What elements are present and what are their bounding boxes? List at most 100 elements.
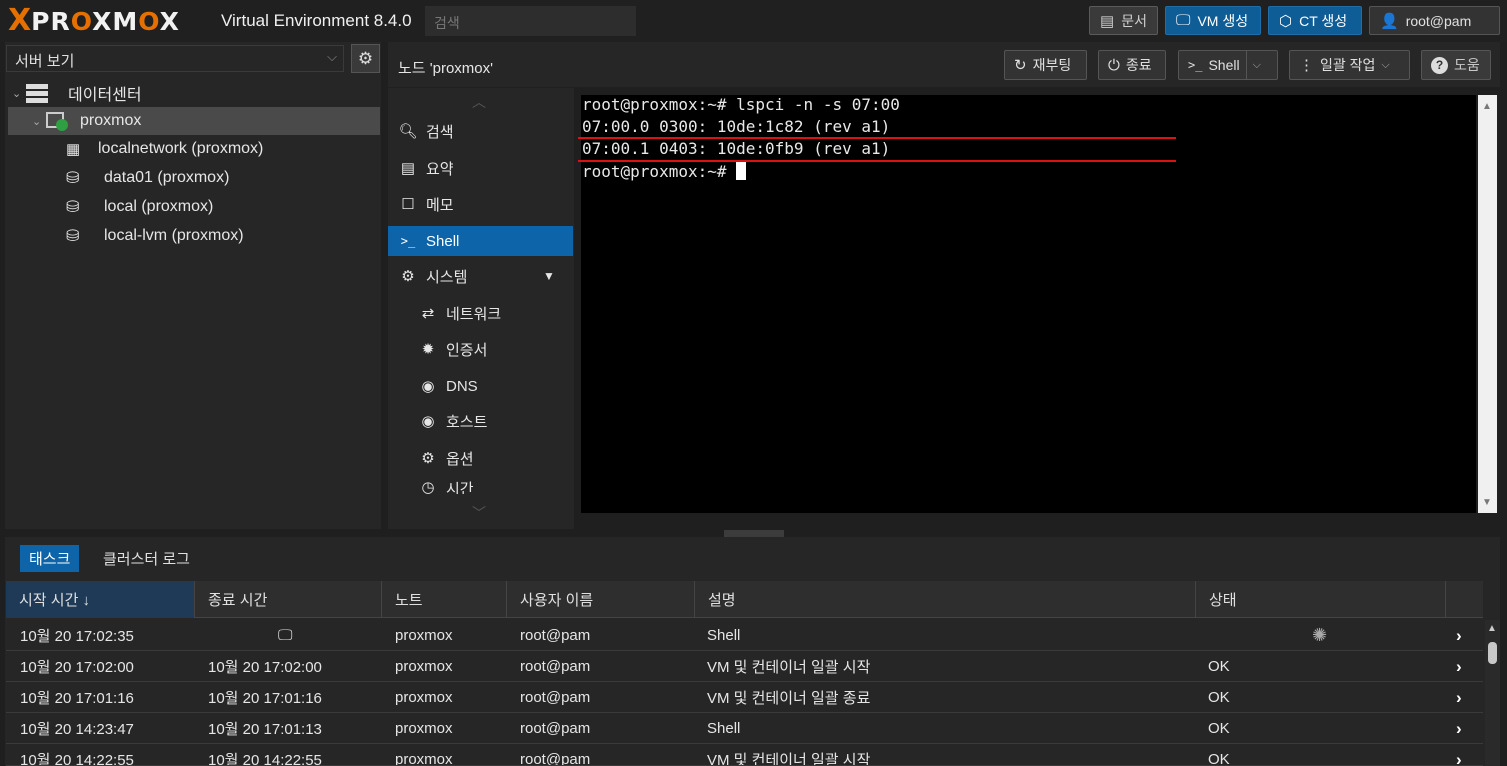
tree-settings-button[interactable]: ⚙: [351, 44, 380, 73]
column-end-time[interactable]: 종료 시간: [195, 581, 382, 618]
terminal-line: 07:00.0 0300: 10de:1c82 (rev a1): [582, 117, 891, 136]
column-description[interactable]: 설명: [695, 581, 1196, 618]
menu-item-certificates[interactable]: ✹ 인증서: [388, 334, 573, 364]
logo-word: PROXMOX: [31, 6, 180, 36]
help-button[interactable]: ? 도움: [1421, 50, 1491, 80]
menu-item-system[interactable]: ⚙ 시스템 ▼: [388, 261, 573, 291]
monitor-icon: 🖵: [278, 627, 293, 644]
exchange-icon: ⇄: [421, 305, 435, 322]
column-node[interactable]: 노트: [382, 581, 507, 618]
terminal-scrollbar[interactable]: ▲ ▼: [1478, 95, 1497, 513]
table-row[interactable]: 10월 20 14:23:47 10월 20 17:01:13 proxmox …: [6, 713, 1483, 744]
search-icon: 🔍︎: [398, 123, 418, 140]
top-bar: X PROXMOX Virtual Environment 8.4.0 검색 ▤…: [0, 0, 1507, 42]
menu-item-shell[interactable]: >_ Shell: [388, 226, 573, 256]
monitor-icon: 🖵: [1176, 12, 1191, 29]
tree-item-local[interactable]: ⛁ local (proxmox): [66, 193, 380, 221]
cube-icon: ⬡: [1279, 12, 1293, 30]
reboot-button[interactable]: ↻ 재부팅: [1004, 50, 1087, 80]
reboot-icon: ↻: [1014, 57, 1027, 74]
table-row[interactable]: 10월 20 17:02:00 10월 20 17:02:00 proxmox …: [6, 651, 1483, 682]
chevron-down-icon[interactable]: ﹀: [472, 503, 486, 523]
create-ct-button[interactable]: ⬡ CT 생성: [1268, 6, 1362, 35]
chevron-right-icon[interactable]: ›: [1456, 713, 1462, 744]
certificate-icon: ✹: [421, 341, 435, 358]
cogs-icon: ⚙: [401, 268, 415, 285]
chevron-up-icon[interactable]: ︿: [472, 92, 486, 112]
table-row[interactable]: 10월 20 17:01:16 10월 20 17:01:16 proxmox …: [6, 682, 1483, 713]
menu-item-network[interactable]: ⇄ 네트워크: [388, 298, 573, 328]
column-status[interactable]: 상태: [1196, 581, 1446, 618]
menu-item-notes[interactable]: ☐ 메모: [388, 189, 573, 219]
search-input[interactable]: 검색: [425, 6, 636, 36]
shutdown-button[interactable]: ⏻ 종료: [1098, 50, 1166, 80]
terminal-icon: >_: [400, 234, 416, 248]
chevron-down-icon: ⌵: [327, 49, 337, 64]
storage-icon: ⛁: [66, 228, 80, 245]
gear-icon: ⚙: [357, 48, 374, 68]
tab-cluster-log[interactable]: 클러스터 로그: [94, 545, 199, 572]
clock-icon: ◷: [421, 479, 435, 494]
tree-item-node-proxmox[interactable]: ⌄ proxmox: [8, 107, 380, 135]
menu-item-search[interactable]: 🔍︎ 검색: [388, 116, 573, 146]
terminal-line: root@proxmox:~# lspci -n -s 07:00: [582, 95, 900, 114]
task-grid-scrollbar[interactable]: ▲: [1485, 620, 1500, 766]
panel-splitter-handle[interactable]: [724, 530, 784, 537]
bulk-actions-button[interactable]: ⋮ 일괄 작업 ⌵: [1289, 50, 1410, 80]
menu-item-time[interactable]: ◷ 시간: [388, 478, 573, 494]
menu-item-dns[interactable]: ◉ DNS: [388, 371, 573, 401]
scroll-up-icon[interactable]: ▲: [1482, 101, 1492, 112]
table-row[interactable]: 10월 20 14:22:55 10월 20 14:22:55 proxmox …: [6, 744, 1483, 766]
menu-item-hosts[interactable]: ◉ 호스트: [388, 406, 573, 436]
logo-x: X: [8, 3, 32, 38]
scrollbar-thumb[interactable]: [1488, 642, 1497, 664]
column-user[interactable]: 사용자 이름: [507, 581, 695, 618]
tab-tasks[interactable]: 태스크: [20, 545, 80, 572]
terminal-prompt-line: root@proxmox:~#: [582, 161, 747, 183]
terminal-line: 07:00.1 0403: 10de:0fb9 (rev a1): [582, 139, 891, 158]
chevron-right-icon[interactable]: ›: [1456, 744, 1462, 766]
menu-item-options[interactable]: ⚙ 옵션: [388, 443, 573, 473]
chevron-down-icon[interactable]: ⌵: [1245, 51, 1261, 79]
chevron-right-icon[interactable]: ›: [1456, 651, 1462, 682]
menu-item-summary[interactable]: ▤ 요약: [388, 153, 573, 183]
tree-item-data01[interactable]: ⛁ data01 (proxmox): [66, 164, 380, 192]
user-icon: 👤: [1380, 12, 1399, 30]
docs-button[interactable]: ▤ 문서: [1089, 6, 1158, 35]
terminal[interactable]: root@proxmox:~# lspci -n -s 07:00 07:00.…: [581, 95, 1476, 513]
task-grid-header: 시작 시간 ↓ 종료 시간 노트 사용자 이름 설명 상태: [6, 581, 1483, 618]
ellipsis-vertical-icon: ⋮: [1299, 57, 1314, 74]
tree-item-datacenter[interactable]: ⌄ 데이터센터: [12, 79, 380, 107]
node-icon: [46, 112, 68, 131]
table-row[interactable]: 10월 20 17:02:35 🖵 proxmox root@pam Shell…: [6, 620, 1483, 651]
proxmox-logo[interactable]: X PROXMOX: [8, 6, 180, 36]
column-start-time[interactable]: 시작 시간 ↓: [6, 581, 195, 618]
scroll-up-icon[interactable]: ▲: [1487, 623, 1497, 634]
book-icon: ▤: [1100, 12, 1115, 30]
note-icon: ☐: [401, 196, 415, 213]
expand-toggle-icon[interactable]: ⌄: [32, 115, 46, 128]
book-icon: ▤: [400, 160, 416, 177]
user-menu-button[interactable]: 👤 root@pam: [1369, 6, 1500, 35]
highlight-underline: [578, 160, 1176, 162]
gear-icon: ⚙: [421, 450, 435, 467]
chevron-right-icon[interactable]: ›: [1456, 620, 1462, 651]
view-selector[interactable]: 서버 보기 ⌵: [6, 45, 344, 72]
globe-icon: ◉: [421, 378, 435, 395]
storage-icon: ⛁: [66, 199, 80, 216]
create-vm-button[interactable]: 🖵 VM 생성: [1165, 6, 1261, 35]
chevron-right-icon[interactable]: ›: [1456, 682, 1462, 713]
power-icon: ⏻: [1108, 56, 1120, 74]
globe-icon: ◉: [421, 413, 435, 430]
expand-toggle-icon[interactable]: ⌄: [12, 87, 26, 100]
tree-item-localnetwork[interactable]: ▦ localnetwork (proxmox): [66, 135, 380, 163]
shell-button[interactable]: >_ Shell ⌵: [1178, 50, 1278, 80]
terminal-cursor: [736, 162, 747, 180]
help-icon: ?: [1431, 56, 1448, 74]
network-grid-icon: ▦: [66, 141, 80, 158]
terminal-icon: >_: [1188, 58, 1203, 72]
tree-item-local-lvm[interactable]: ⛁ local-lvm (proxmox): [66, 222, 380, 250]
scroll-down-icon[interactable]: ▼: [1482, 497, 1492, 508]
datacenter-icon: [26, 83, 52, 103]
spinner-icon: ✺: [1312, 625, 1328, 645]
